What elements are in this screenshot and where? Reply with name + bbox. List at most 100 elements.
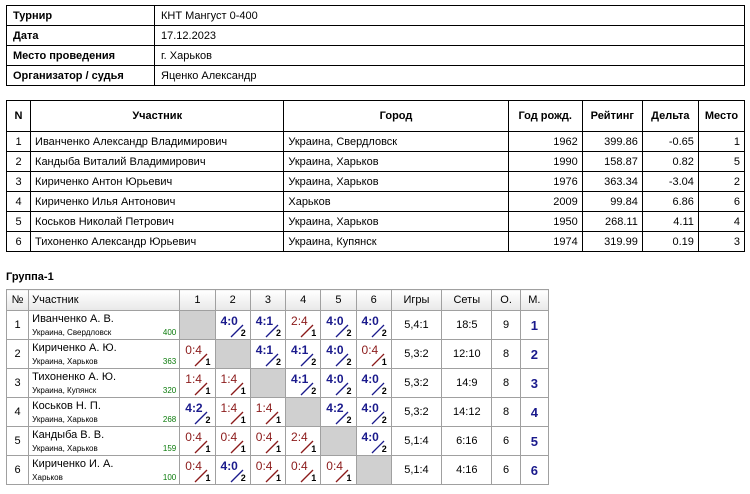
participant-cell: Украина, Харьков — [283, 211, 509, 232]
points-cell: 6 — [491, 426, 521, 456]
group-header: 6 — [355, 289, 392, 311]
match-result-cell: 4:0 2 — [320, 339, 357, 369]
match-points: 2 — [346, 386, 352, 396]
match-points: 1 — [276, 473, 282, 483]
match-points: 1 — [205, 444, 211, 454]
match-points: 1 — [311, 444, 317, 454]
player-rating: 100 — [162, 473, 177, 482]
info-value: КНТ Мангуст 0-400 — [154, 5, 745, 26]
match-points: 1 — [346, 473, 352, 483]
place-cell: 5 — [519, 426, 550, 456]
player-name: Иванченко А. В. — [32, 313, 114, 325]
self-match-cell — [249, 368, 287, 398]
match-result-cell: 4:0 2 — [355, 310, 392, 340]
games-cell: 5,1:4 — [390, 426, 443, 456]
match-points: 1 — [205, 357, 211, 367]
participants-header: Дельта — [641, 100, 699, 132]
tournament-info-table: Турнир КНТ Мангуст 0-400 Дата 17.12.2023 Мес… — [6, 5, 745, 86]
sets-cell: 4:16 — [441, 455, 493, 485]
match-result-cell: 0:4 1 — [179, 455, 216, 485]
participant-cell: 6 — [697, 191, 746, 212]
player-rating: 400 — [162, 328, 177, 337]
match-result-cell: 4:2 2 — [320, 397, 357, 427]
participant-cell: Тихоненко Александр Юрьевич — [30, 231, 285, 252]
match-result-cell: 0:4 1 — [214, 426, 251, 456]
match-points: 1 — [276, 444, 282, 454]
participants-table: N Участник Город Год рожд. Рейтинг Дельта Мест… — [5, 100, 746, 252]
games-cell: 5,4:1 — [390, 310, 443, 340]
participant-row: 6 Тихоненко Александр Юрьевич Украина, Куп… — [5, 231, 746, 252]
group-header: 5 — [320, 289, 357, 311]
group-row: 3 Тихоненко А. Ю. Украина, Купянск 320 1:4 1 1… — [5, 368, 550, 398]
group-header: М. — [519, 289, 550, 311]
match-result-cell: 4:1 2 — [249, 310, 287, 340]
participant-cell: 1950 — [507, 211, 583, 232]
match-result-cell: 1:4 1 — [214, 397, 251, 427]
info-value: Яценко Александр — [154, 65, 745, 86]
participant-cell: 99.84 — [581, 191, 643, 212]
match-points: 2 — [346, 415, 352, 425]
match-points: 1 — [381, 357, 387, 367]
self-match-cell — [285, 397, 322, 427]
participant-cell: 2009 — [507, 191, 583, 212]
player-rating: 268 — [162, 415, 177, 424]
group-row-number: 4 — [5, 397, 30, 427]
group-header: 2 — [214, 289, 251, 311]
participant-cell: Украина, Харьков — [283, 171, 509, 192]
participants-header: N — [5, 100, 32, 132]
participant-cell: 319.99 — [581, 231, 643, 252]
match-points: 2 — [276, 357, 282, 367]
group-header: № — [5, 289, 30, 311]
participants-header: Участник — [30, 100, 285, 132]
info-value: г. Харьков — [154, 45, 745, 66]
participants-header: Город — [283, 100, 509, 132]
group-row-number: 6 — [5, 455, 30, 485]
group-row-number: 1 — [5, 310, 30, 340]
participant-row: 2 Кандыба Виталий Владимирович Украина, Ха… — [5, 151, 746, 172]
info-row: Турнир КНТ Мангуст 0-400 — [6, 5, 745, 26]
match-points: 1 — [205, 473, 211, 483]
player-name: Кириченко И. А. — [32, 458, 114, 470]
match-result-cell: 2:4 1 — [285, 426, 322, 456]
match-result-cell: 4:1 2 — [285, 368, 322, 398]
match-points: 1 — [205, 386, 211, 396]
player-name: Коськов Н. П. — [32, 400, 101, 412]
match-result-cell: 4:2 2 — [179, 397, 216, 427]
group-row: 1 Иванченко А. В. Украина, Свердловск 400 4:… — [5, 310, 550, 340]
player-name: Кириченко А. Ю. — [32, 342, 117, 354]
place-cell: 3 — [519, 368, 550, 398]
player-cell: Коськов Н. П. Украина, Харьков 268 — [28, 397, 181, 427]
group-row-number: 2 — [5, 339, 30, 369]
info-row: Дата 17.12.2023 — [6, 25, 745, 46]
match-result-cell: 4:0 2 — [214, 310, 251, 340]
match-result-cell: 4:0 2 — [355, 368, 392, 398]
match-result-cell: 4:0 2 — [320, 310, 357, 340]
match-points: 1 — [311, 473, 317, 483]
group-grid-table: № Участник 1 2 3 4 5 6 Игры Сеты О. М. 1 Иванченко А… — [5, 289, 550, 485]
group-row: 4 Коськов Н. П. Украина, Харьков 268 4:2 2 1:4… — [5, 397, 550, 427]
match-result-cell: 1:4 1 — [249, 397, 287, 427]
participant-cell: 6 — [5, 231, 32, 252]
group-row: 2 Кириченко А. Ю. Украина, Харьков 363 0:4 1 4… — [5, 339, 550, 369]
match-points: 1 — [311, 328, 317, 338]
player-name: Тихоненко А. Ю. — [32, 371, 117, 383]
player-rating: 320 — [162, 386, 177, 395]
match-points: 2 — [381, 444, 387, 454]
participant-cell: 4 — [697, 211, 746, 232]
participant-cell: Украина, Купянск — [283, 231, 509, 252]
sets-cell: 14:9 — [441, 368, 493, 398]
match-points: 2 — [240, 328, 246, 338]
match-result-cell: 0:4 1 — [355, 339, 392, 369]
participant-cell: 3 — [697, 231, 746, 252]
place-cell: 4 — [519, 397, 550, 427]
self-match-cell — [355, 455, 392, 485]
participant-row: 3 Кириченко Антон Юрьевич Украина, Харьков… — [5, 171, 746, 192]
participants-header: Место — [697, 100, 746, 132]
info-row: Организатор / судья Яценко Александр — [6, 65, 745, 86]
participant-cell: Харьков — [283, 191, 509, 212]
participant-cell: 1990 — [507, 151, 583, 172]
participant-cell: 0.19 — [641, 231, 699, 252]
participant-cell: 6.86 — [641, 191, 699, 212]
group-header: Игры — [390, 289, 443, 311]
group-header: Участник — [28, 289, 181, 311]
